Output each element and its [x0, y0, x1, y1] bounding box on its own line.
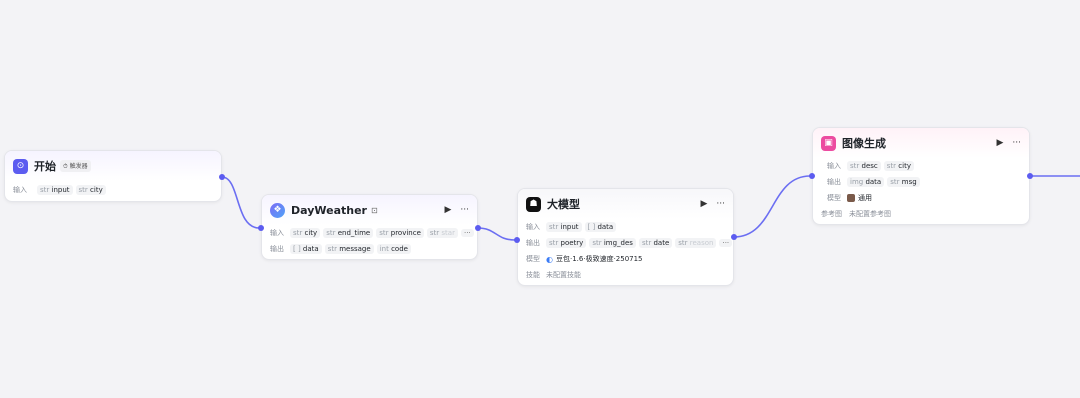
- param-chip: str msg: [887, 177, 920, 187]
- image-gen-node[interactable]: ▣ 图像生成 ▶ ··· 输入 str desc str city 输出 img…: [812, 127, 1030, 225]
- model-label: 模型: [526, 255, 540, 263]
- param-chip: str message: [324, 244, 374, 254]
- run-icon[interactable]: ▶: [700, 199, 707, 209]
- param-chip: str province: [376, 228, 424, 238]
- run-icon[interactable]: ▶: [996, 138, 1003, 148]
- start-node[interactable]: ⊙ 开始 ⏱ 触发器 输入 str input str city: [4, 150, 222, 202]
- more-params-button[interactable]: ···: [460, 229, 474, 237]
- param-chip: str city: [883, 161, 914, 171]
- trigger-tag[interactable]: ⏱ 触发器: [60, 160, 91, 172]
- start-icon: ⊙: [13, 158, 28, 174]
- param-chip: str input: [37, 185, 73, 195]
- input-label: 输入: [526, 223, 540, 231]
- model-avatar-icon: [847, 194, 855, 202]
- node-title: DayWeather: [291, 203, 367, 217]
- dayweather-outputs-row: 输出 [ ] data str message int code: [262, 241, 477, 257]
- more-params-button[interactable]: ···: [719, 239, 733, 247]
- skill-value: 未配置技能: [546, 271, 581, 279]
- ref-label: 参考图: [821, 210, 842, 218]
- llm-icon: ☗: [526, 196, 541, 212]
- output-label: 输出: [526, 239, 540, 247]
- param-chip: str city: [290, 228, 321, 238]
- node-title: 开始: [34, 160, 56, 173]
- image-ref-row: 参考图 未配置参考图: [813, 206, 1029, 222]
- dayweather-node-header: ❖ DayWeather ⊡ ▶ ···: [262, 195, 477, 225]
- llm-input-port[interactable]: [514, 237, 520, 243]
- image-icon: ▣: [821, 135, 836, 151]
- run-icon[interactable]: ▶: [444, 205, 451, 215]
- param-chip: str input: [546, 222, 582, 232]
- model-name: 豆包·1.6·极致速度·250715: [555, 255, 643, 263]
- llm-inputs-row: 输入 str input [ ] data: [518, 219, 733, 235]
- param-chip: [ ] data: [290, 244, 322, 254]
- llm-outputs-row: 输出 str poetry str img_des str date str r…: [518, 235, 733, 251]
- param-chip: str reason: [675, 238, 717, 248]
- dayweather-node[interactable]: ❖ DayWeather ⊡ ▶ ··· 输入 str city str end…: [261, 194, 478, 260]
- param-chip: int code: [376, 244, 411, 254]
- output-label: 输出: [827, 178, 841, 186]
- param-chip: [ ] data: [584, 222, 617, 232]
- llm-model-row: 模型 ◐ 豆包·1.6·极致速度·250715: [518, 251, 733, 267]
- more-icon[interactable]: ···: [716, 199, 725, 209]
- dayweather-output-port[interactable]: [475, 225, 481, 231]
- param-chip: str city: [75, 185, 106, 195]
- dayweather-input-port[interactable]: [258, 225, 264, 231]
- param-chip: str date: [638, 238, 673, 248]
- param-chip: str end_time: [323, 228, 374, 238]
- node-title: 图像生成: [842, 137, 886, 150]
- image-model-row: 模型 通用: [813, 190, 1029, 206]
- edge-llm-image: [733, 175, 811, 238]
- image-inputs-row: 输入 str desc str city: [813, 158, 1029, 174]
- start-output-port[interactable]: [219, 174, 225, 180]
- start-node-header: ⊙ 开始 ⏱ 触发器: [5, 151, 221, 181]
- edge-start-dayweather: [221, 176, 260, 229]
- image-input-port[interactable]: [809, 173, 815, 179]
- param-chip: str desc: [847, 161, 881, 171]
- edge-dayweather-llm: [477, 227, 516, 241]
- more-icon[interactable]: ···: [1012, 138, 1021, 148]
- doubao-icon: ◐: [546, 254, 553, 264]
- plugin-icon: ❖: [270, 202, 285, 218]
- workflow-canvas[interactable]: ⊙ 开始 ⏱ 触发器 输入 str input str city ❖ DayWe…: [0, 0, 1080, 398]
- param-chip: img data: [847, 177, 885, 187]
- node-title: 大模型: [547, 198, 580, 211]
- input-label: 输入: [827, 162, 841, 170]
- input-label: 输入: [270, 229, 284, 237]
- skill-label: 技能: [526, 271, 540, 279]
- plugin-badge-icon: ⊡: [371, 205, 378, 215]
- llm-skill-row: 技能 未配置技能: [518, 267, 733, 283]
- more-icon[interactable]: ···: [460, 205, 469, 215]
- input-label: 输入: [13, 186, 27, 194]
- param-chip: str star: [426, 228, 458, 238]
- llm-output-port[interactable]: [731, 234, 737, 240]
- image-gen-node-header: ▣ 图像生成 ▶ ···: [813, 128, 1029, 158]
- param-chip: str img_des: [589, 238, 636, 248]
- param-chip: str poetry: [546, 238, 587, 248]
- llm-node-header: ☗ 大模型 ▶ ···: [518, 189, 733, 219]
- image-output-port[interactable]: [1027, 173, 1033, 179]
- model-label: 模型: [827, 194, 841, 202]
- llm-node[interactable]: ☗ 大模型 ▶ ··· 输入 str input [ ] data 输出 str…: [517, 188, 734, 286]
- start-inputs-row: 输入 str input str city: [5, 182, 221, 198]
- dayweather-inputs-row: 输入 str city str end_time str province st…: [262, 225, 477, 241]
- model-name: 通用: [858, 194, 872, 202]
- ref-value: 未配置参考图: [849, 210, 891, 218]
- output-label: 输出: [270, 245, 284, 253]
- image-outputs-row: 输出 img data str msg: [813, 174, 1029, 190]
